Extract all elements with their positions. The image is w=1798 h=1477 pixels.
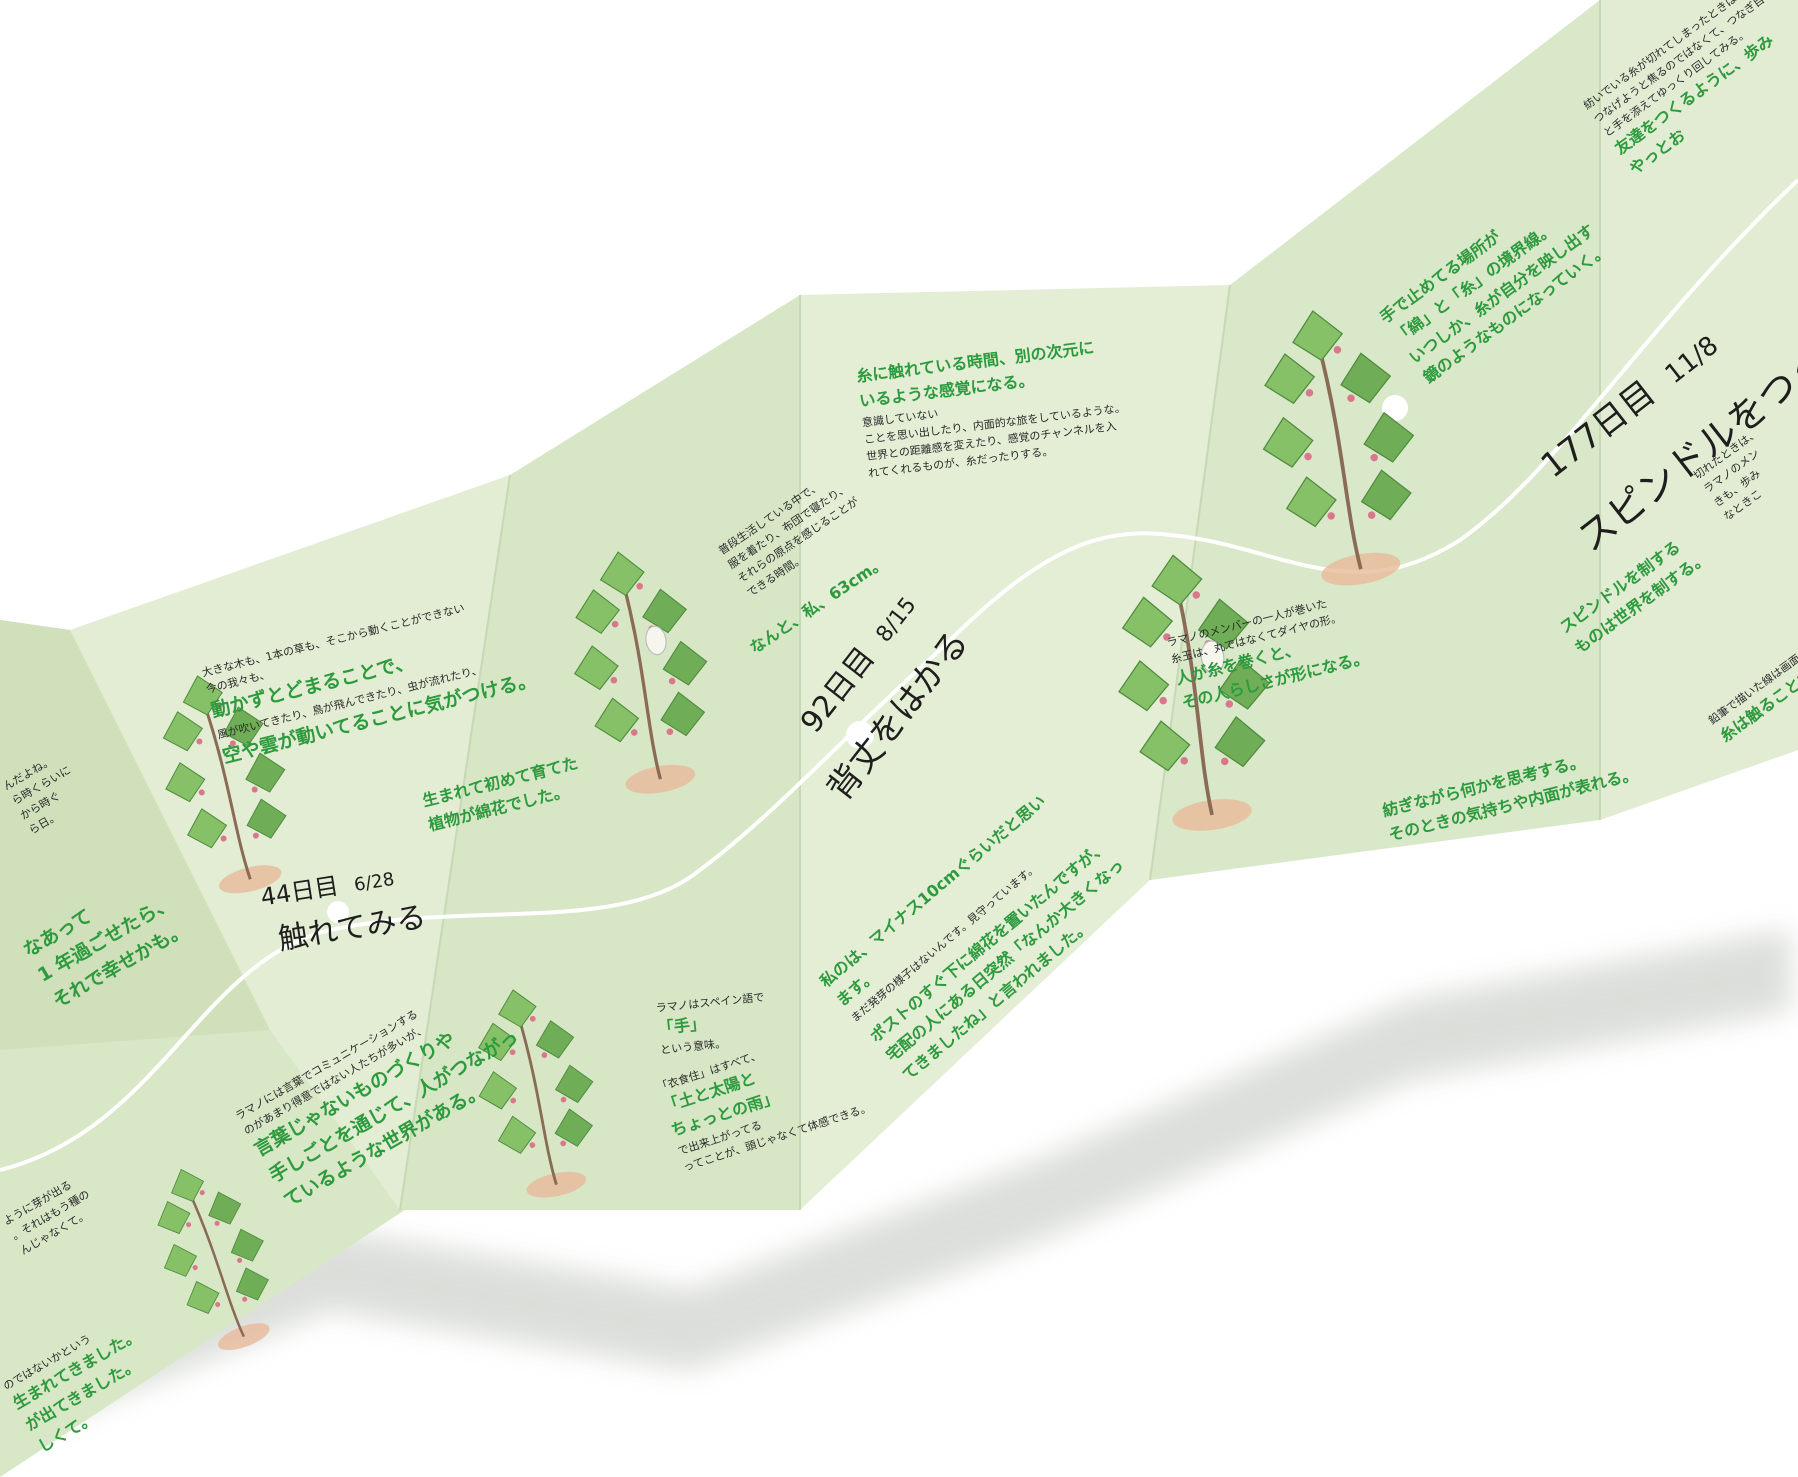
day44-date: 6/28: [352, 868, 396, 896]
day44-day: 44日目: [258, 871, 341, 912]
